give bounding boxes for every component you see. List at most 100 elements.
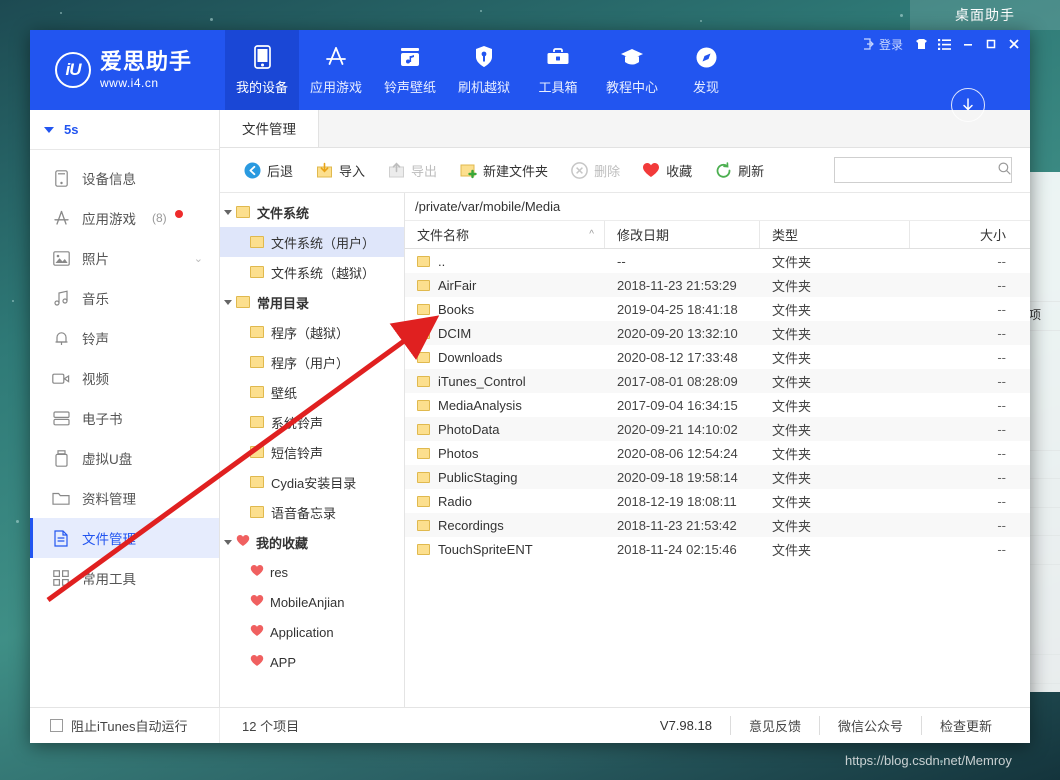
device-selector[interactable]: 5s	[30, 110, 219, 150]
table-row[interactable]: Photos 2020-08-06 12:54:24 文件夹 --	[405, 441, 1030, 465]
tree-row[interactable]: Cydia安装目录	[220, 467, 404, 497]
file-type: 文件夹	[772, 278, 812, 294]
file-type: 文件夹	[772, 518, 812, 534]
tree-row[interactable]: 我的收藏	[220, 527, 404, 557]
tree-row[interactable]: 程序（越狱）	[220, 317, 404, 347]
sidebar-item-common-tools[interactable]: 常用工具	[30, 558, 219, 598]
login-button[interactable]: 登录	[857, 36, 909, 53]
sidebar-item-data-management[interactable]: 资料管理	[30, 478, 219, 518]
file-date: 2018-11-23 21:53:29	[617, 277, 737, 293]
sidebar-item-photos[interactable]: 照片 ⌄	[30, 238, 219, 278]
tree-row[interactable]: APP	[220, 647, 404, 677]
table-row[interactable]: AirFair 2018-11-23 21:53:29 文件夹 --	[405, 273, 1030, 297]
tree-label: 语音备忘录	[271, 505, 337, 521]
table-row[interactable]: iTunes_Control 2017-08-01 08:28:09 文件夹 -…	[405, 369, 1030, 393]
tree-label: 常用目录	[257, 295, 310, 311]
favorite-button[interactable]: 收藏	[633, 156, 701, 185]
shirt-icon[interactable]	[911, 34, 932, 54]
file-date: 2018-12-19 18:08:11	[617, 493, 737, 509]
tree-row[interactable]: 系统铃声	[220, 407, 404, 437]
sidebar-item-ebooks[interactable]: 电子书	[30, 398, 219, 438]
sidebar-item-videos[interactable]: 视频	[30, 358, 219, 398]
table-row[interactable]: MediaAnalysis 2017-09-04 16:34:15 文件夹 --	[405, 393, 1030, 417]
table-row[interactable]: DCIM 2020-09-20 13:32:10 文件夹 --	[405, 321, 1030, 345]
table-row[interactable]: Books 2019-04-25 18:41:18 文件夹 --	[405, 297, 1030, 321]
shield-icon	[472, 44, 496, 70]
file-name: PhotoData	[438, 421, 500, 437]
twisty-icon[interactable]	[220, 299, 236, 305]
download-circle-icon[interactable]	[951, 88, 985, 122]
column-header-size[interactable]: 大小	[910, 221, 1030, 248]
wechat-link[interactable]: 微信公众号	[818, 716, 921, 735]
tree-row[interactable]: 壁纸	[220, 377, 404, 407]
close-icon[interactable]	[1003, 34, 1024, 54]
table-row[interactable]: PhotoData 2020-09-21 14:10:02 文件夹 --	[405, 417, 1030, 441]
folder-icon	[250, 236, 264, 248]
itunes-block-label: 阻止iTunes自动运行	[71, 719, 188, 734]
twisty-icon[interactable]	[220, 209, 236, 215]
content-area: 文件管理 后退 导入 导出 新建文件夹 删除 收藏 刷新 文件系统 文件系统（用…	[220, 109, 1030, 707]
tree-row[interactable]: 文件系统（越狱）	[220, 257, 404, 287]
nav-item-discover[interactable]: 发现	[669, 30, 743, 110]
tree-row[interactable]: 常用目录	[220, 287, 404, 317]
tree-row[interactable]: 程序（用户）	[220, 347, 404, 377]
new-folder-button[interactable]: 新建文件夹	[450, 156, 557, 185]
nav-item-apps-games[interactable]: 应用游戏	[299, 30, 373, 110]
list-icon[interactable]	[934, 34, 955, 54]
sidebar-item-count: (8)	[152, 211, 167, 225]
back-button[interactable]: 后退	[234, 156, 302, 185]
table-row[interactable]: Radio 2018-12-19 18:08:11 文件夹 --	[405, 489, 1030, 513]
chevron-down-icon[interactable]: ⌄	[194, 252, 203, 265]
itunes-block-checkbox[interactable]	[50, 719, 63, 732]
check-update-link[interactable]: 检查更新	[920, 716, 1010, 735]
column-header-type[interactable]: 类型	[760, 221, 910, 248]
minimize-icon[interactable]	[957, 34, 978, 54]
directory-tree: 文件系统 文件系统（用户） 文件系统（越狱） 常用目录 程序（越狱） 程序（用户…	[220, 193, 405, 707]
sidebar-item-ringtones[interactable]: 铃声	[30, 318, 219, 358]
nav-item-my-device[interactable]: 我的设备	[225, 30, 299, 110]
path-bar[interactable]: /private/var/mobile/Media	[405, 193, 1030, 221]
sidebar-item-file-management[interactable]: 文件管理	[30, 518, 219, 558]
sidebar-item-virtual-usb[interactable]: 虚拟U盘	[30, 438, 219, 478]
tree-row[interactable]: MobileAnjian	[220, 587, 404, 617]
table-row[interactable]: TouchSpriteENT 2018-11-24 02:15:46 文件夹 -…	[405, 537, 1030, 561]
tree-row[interactable]: res	[220, 557, 404, 587]
tab-file-management[interactable]: 文件管理	[220, 109, 319, 147]
file-name: Photos	[438, 445, 479, 461]
import-button[interactable]: 导入	[306, 156, 374, 185]
file-name: ..	[438, 253, 446, 269]
column-header-date[interactable]: 修改日期	[605, 221, 760, 248]
search-input[interactable]	[843, 163, 998, 177]
maximize-icon[interactable]	[980, 34, 1001, 54]
refresh-button[interactable]: 刷新	[705, 156, 773, 185]
search-icon[interactable]	[998, 162, 1011, 178]
table-row[interactable]: Downloads 2020-08-12 17:33:48 文件夹 --	[405, 345, 1030, 369]
sidebar-item-music[interactable]: 音乐	[30, 278, 219, 318]
column-header-name[interactable]: 文件名称 ^	[405, 221, 605, 248]
table-row[interactable]: Recordings 2018-11-23 21:53:42 文件夹 --	[405, 513, 1030, 537]
folder-icon	[417, 255, 430, 267]
tree-row[interactable]: 文件系统（用户）	[220, 227, 404, 257]
sidebar-item-device-info[interactable]: 设备信息	[30, 158, 219, 198]
tree-row[interactable]: Application	[220, 617, 404, 647]
tree-row[interactable]: 文件系统	[220, 197, 404, 227]
twisty-icon[interactable]	[220, 539, 236, 545]
tree-row[interactable]: 短信铃声	[220, 437, 404, 467]
nav-item-toolbox[interactable]: 工具箱	[521, 30, 595, 110]
sidebar-item-label: 视频	[82, 372, 109, 387]
search-box[interactable]	[834, 157, 1012, 183]
nav-item-ringtones-wallpapers[interactable]: 铃声壁纸	[373, 30, 447, 110]
tree-row[interactable]: 语音备忘录	[220, 497, 404, 527]
table-row[interactable]: .. -- 文件夹 --	[405, 249, 1030, 273]
nav-label: 我的设备	[235, 80, 288, 95]
desktop-assistant-tab[interactable]: 桌面助手	[910, 0, 1060, 30]
nav-item-tutorial-center[interactable]: 教程中心	[595, 30, 669, 110]
nav-item-flash-jailbreak[interactable]: 刷机越狱	[447, 30, 521, 110]
sidebar-item-label: 铃声	[82, 332, 109, 347]
itunes-block-option[interactable]: 阻止iTunes自动运行	[30, 708, 220, 743]
main-nav: 我的设备 应用游戏 铃声壁纸 刷机越狱 工具箱 教程中心 发现	[225, 30, 743, 110]
feedback-link[interactable]: 意见反馈	[729, 716, 819, 735]
sidebar-item-apps-games[interactable]: 应用游戏 (8)	[30, 198, 219, 238]
table-row[interactable]: PublicStaging 2020-09-18 19:58:14 文件夹 --	[405, 465, 1030, 489]
panes: 文件系统 文件系统（用户） 文件系统（越狱） 常用目录 程序（越狱） 程序（用户…	[220, 192, 1030, 707]
